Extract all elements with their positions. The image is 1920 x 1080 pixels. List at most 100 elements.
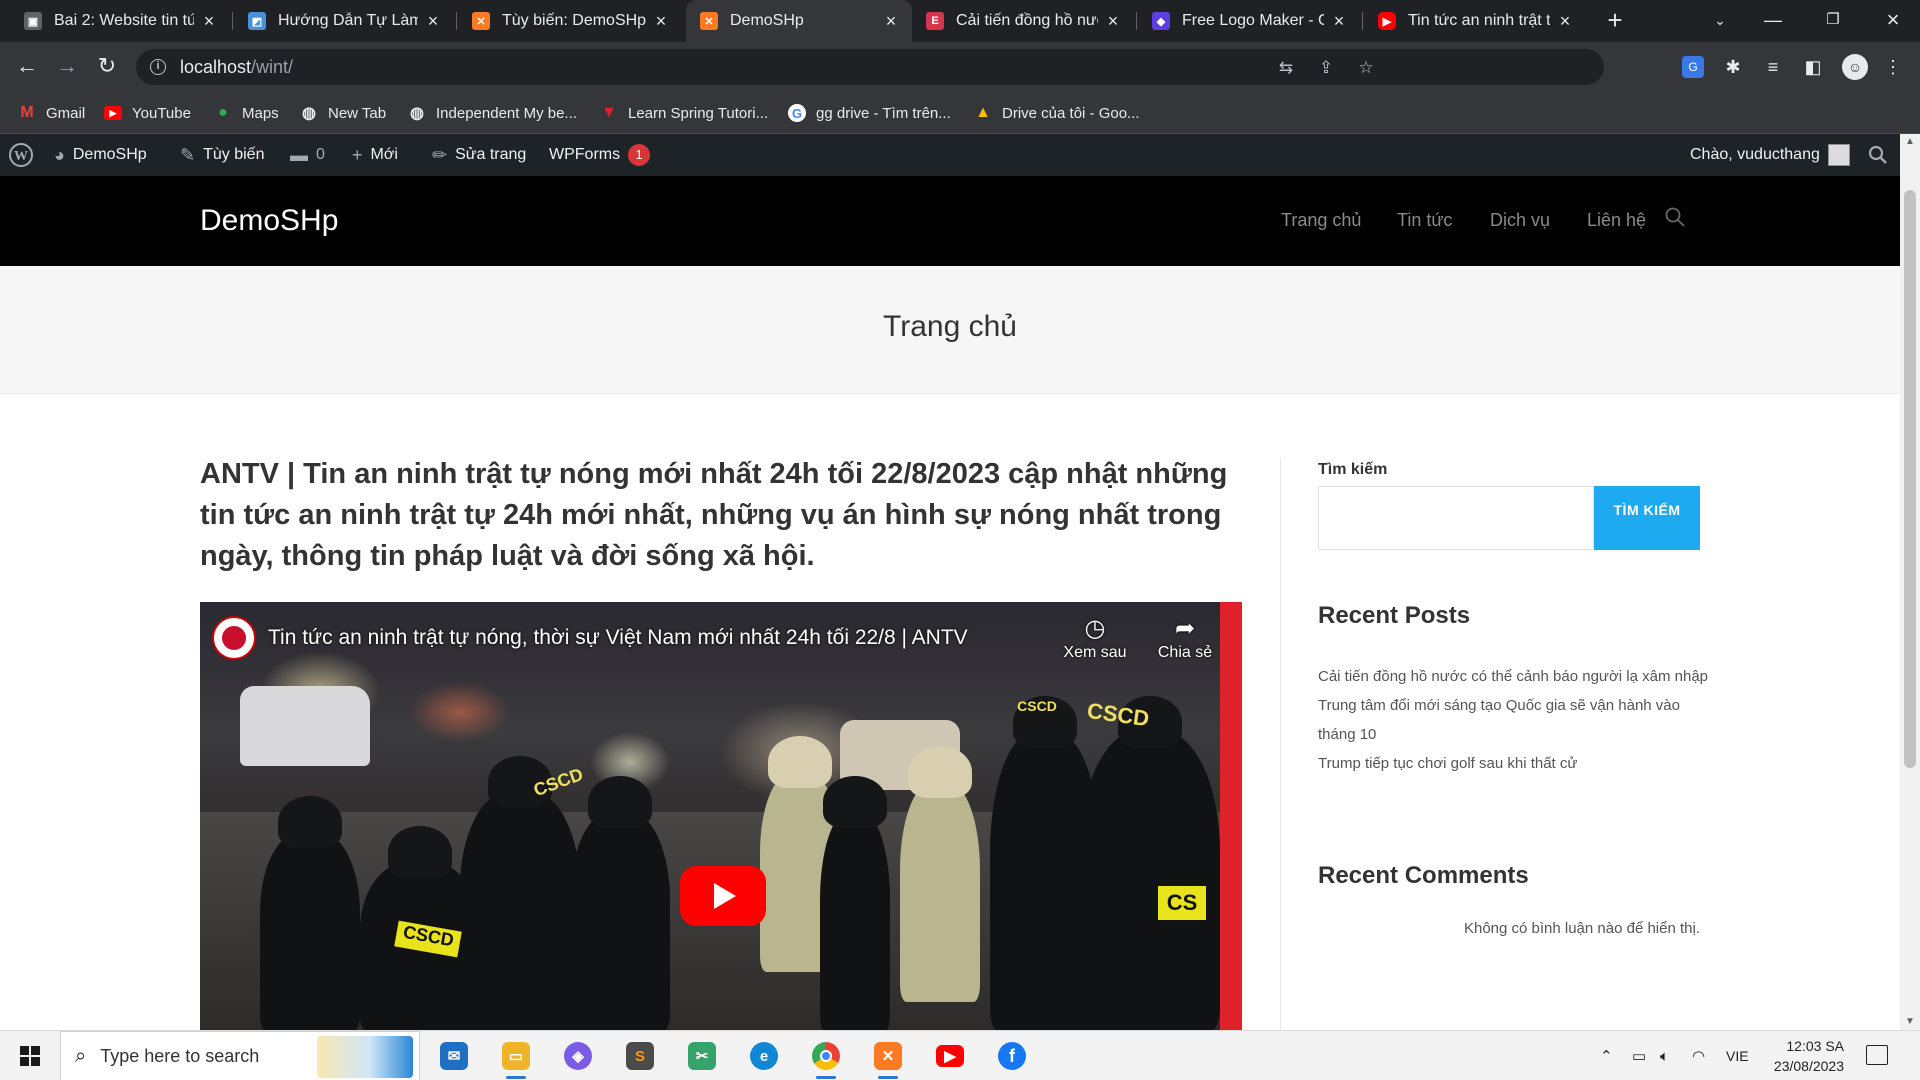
sidebar-search-button[interactable]: TÌM KIẾM <box>1594 486 1700 550</box>
youtube-video-embed[interactable]: CSCD CSCD CSCD CSCD CS Tin tức an ninh t… <box>200 602 1242 1030</box>
bookmark-gg-drive[interactable]: G gg drive - Tìm trên... <box>788 102 951 124</box>
taskbar-xampp[interactable]: ✕ <box>860 1031 916 1080</box>
wordpress-logo-icon[interactable]: W <box>8 134 34 176</box>
profile-avatar-icon[interactable]: ☺ <box>1842 54 1868 80</box>
tab-search-chevron-icon[interactable]: ⌄ <box>1693 0 1747 42</box>
taskbar-chrome[interactable] <box>798 1031 854 1080</box>
taskbar-mail[interactable]: ✉ <box>426 1031 482 1080</box>
battery-icon[interactable]: ▭ <box>1632 1031 1646 1080</box>
close-icon[interactable]: × <box>1330 11 1348 32</box>
bookmark-youtube[interactable]: ▶ YouTube <box>104 102 191 124</box>
admin-edit-page[interactable]: ✏ Sửa trang <box>432 134 526 176</box>
channel-logo-icon[interactable] <box>212 616 256 660</box>
tab-cai-tien[interactable]: E Cải tiến đồng hồ nước × <box>912 0 1134 42</box>
admin-comments[interactable]: ▬ 0 <box>290 134 325 176</box>
sidebar-search-input[interactable] <box>1318 486 1594 550</box>
scroll-up-arrow-icon[interactable]: ▲ <box>1900 134 1920 150</box>
recent-post-link[interactable]: Cải tiến đồng hồ nước có thể cảnh báo ng… <box>1318 662 1708 691</box>
taskbar-facebook[interactable]: f <box>984 1031 1040 1080</box>
extensions-puzzle-icon[interactable]: ✱ <box>1722 56 1744 78</box>
scrollbar-thumb[interactable] <box>1904 190 1916 768</box>
close-icon[interactable]: × <box>200 11 218 32</box>
recent-posts-list: Cải tiến đồng hồ nước có thể cảnh báo ng… <box>1318 662 1708 778</box>
reload-icon[interactable]: ↻ <box>92 52 122 82</box>
close-icon[interactable]: × <box>882 11 900 32</box>
menu-item-dich-vu[interactable]: Dịch vụ <box>1490 210 1550 231</box>
video-figure <box>260 796 360 1030</box>
close-icon[interactable]: × <box>1104 11 1122 32</box>
admin-search-icon[interactable] <box>1868 134 1888 176</box>
taskbar-sublime-text[interactable]: S <box>612 1031 668 1080</box>
play-button[interactable] <box>680 866 766 926</box>
menu-item-lien-he[interactable]: Liên hệ <box>1587 210 1646 231</box>
site-info-icon[interactable]: i <box>150 59 166 75</box>
xampp-icon: ✕ <box>700 12 718 30</box>
notification-center-icon[interactable] <box>1866 1045 1888 1065</box>
system-clock[interactable]: 12:03 SA 23/08/2023 <box>1744 1036 1844 1076</box>
admin-wpforms[interactable]: WPForms 1 <box>549 134 651 176</box>
show-hidden-icons-chevron-icon[interactable]: ⌃ <box>1600 1031 1613 1080</box>
menu-item-tin-tuc[interactable]: Tin tức <box>1397 210 1452 231</box>
taskbar-youtube[interactable]: ▶ <box>922 1031 978 1080</box>
watch-later-button[interactable]: ◷ Xem sau <box>1060 614 1130 662</box>
volume-icon[interactable]: 🔈︎ <box>1660 1031 1669 1080</box>
recent-post-link[interactable]: Trump tiếp tục chơi golf sau khi thất cử <box>1318 749 1708 778</box>
close-window-button[interactable]: × <box>1866 0 1920 42</box>
bookmark-learn-spring[interactable]: ▼ Learn Spring Tutori... <box>600 102 768 124</box>
media-queue-icon[interactable]: ≡ <box>1762 56 1784 78</box>
translate-icon[interactable]: ⇆ <box>1276 58 1296 78</box>
close-icon[interactable]: × <box>424 11 442 32</box>
minimize-button[interactable]: — <box>1746 0 1800 42</box>
share-icon[interactable]: ⇪ <box>1316 58 1336 78</box>
bookmark-label: Independent My be... <box>436 104 577 122</box>
bookmark-star-icon[interactable]: ☆ <box>1356 58 1376 78</box>
menu-item-trang-chu[interactable]: Trang chủ <box>1281 210 1361 231</box>
video-title[interactable]: Tin tức an ninh trật tự nóng, thời sự Vi… <box>268 626 968 650</box>
bookmark-label: New Tab <box>328 104 387 122</box>
start-button[interactable] <box>0 1031 60 1080</box>
forward-arrow-icon[interactable]: → <box>52 52 82 82</box>
taskbar-edge[interactable]: e <box>736 1031 792 1080</box>
post-title: ANTV | Tin an ninh trật tự nóng mới nhất… <box>200 458 1228 572</box>
taskbar-visual-studio[interactable]: ◈ <box>550 1031 606 1080</box>
admin-customize[interactable]: ✎ Tùy biến <box>180 134 264 176</box>
tab-bai2-website[interactable]: ▣ Bai 2: Website tin tức × <box>10 0 230 42</box>
clock-icon: ◷ <box>1084 615 1106 642</box>
bookmark-drive-cua-toi[interactable]: ▲ Drive của tôi - Goo... <box>974 102 1139 124</box>
site-title[interactable]: DemoSHp <box>200 204 338 238</box>
share-button[interactable]: ➦ Chia sẻ <box>1150 614 1220 662</box>
bookmark-gmail[interactable]: M Gmail <box>18 102 85 124</box>
admin-new[interactable]: + Mới <box>352 134 398 176</box>
wifi-icon[interactable]: ◠ <box>1692 1031 1705 1080</box>
tab-logo-maker[interactable]: ◆ Free Logo Maker - Ge × <box>1138 0 1360 42</box>
side-panel-icon[interactable]: ◧ <box>1802 56 1824 78</box>
page-scrollbar[interactable]: ▲ ▼ <box>1900 134 1920 1030</box>
restore-button[interactable]: ❐ <box>1806 0 1860 42</box>
scroll-down-arrow-icon[interactable]: ▼ <box>1900 1014 1920 1030</box>
google-translate-extension-icon[interactable]: G <box>1682 56 1704 78</box>
search-icon[interactable] <box>1664 206 1686 228</box>
recent-post-link[interactable]: Trung tâm đổi mới sáng tạo Quốc gia sẽ v… <box>1318 691 1708 749</box>
tab-tuy-bien[interactable]: ✕ Tùy biến: DemoSHp × <box>458 0 682 42</box>
more-menu-icon[interactable]: ⋮ <box>1882 56 1904 78</box>
admin-site-name[interactable]: ◕ DemoSHp <box>54 134 147 176</box>
tab-title: DemoSHp <box>730 12 804 29</box>
tab-demoshp-active[interactable]: ✕ DemoSHp × <box>686 0 912 42</box>
close-icon[interactable]: × <box>1556 11 1574 32</box>
taskbar-search-box[interactable]: ⌕ Type here to search <box>60 1031 420 1080</box>
back-arrow-icon[interactable]: ← <box>12 52 42 82</box>
admin-account[interactable]: Chào, vuducthang <box>1690 134 1850 176</box>
taskbar-file-explorer[interactable]: ▭ <box>488 1031 544 1080</box>
bookmark-independent[interactable]: ◍ Independent My be... <box>408 102 577 124</box>
admin-edit-label: Sửa trang <box>455 146 527 163</box>
taskbar-snipping-tool[interactable]: ✂ <box>674 1031 730 1080</box>
new-tab-button[interactable]: + <box>1600 6 1630 36</box>
address-bar[interactable]: i localhost /wint/ ⇆ ⇪ ☆ <box>136 49 1604 85</box>
bookmark-maps[interactable]: ● Maps <box>214 102 279 124</box>
tab-huong-dan[interactable]: ◩ Hướng Dẫn Tự Làm W × <box>234 0 454 42</box>
video-figure <box>460 756 580 1030</box>
close-icon[interactable]: × <box>652 11 670 32</box>
bookmark-new-tab[interactable]: ◍ New Tab <box>300 102 386 124</box>
tab-tin-tuc-youtube[interactable]: ▶ Tin tức an ninh trật tự × <box>1364 0 1586 42</box>
gmail-icon: M <box>20 104 34 121</box>
